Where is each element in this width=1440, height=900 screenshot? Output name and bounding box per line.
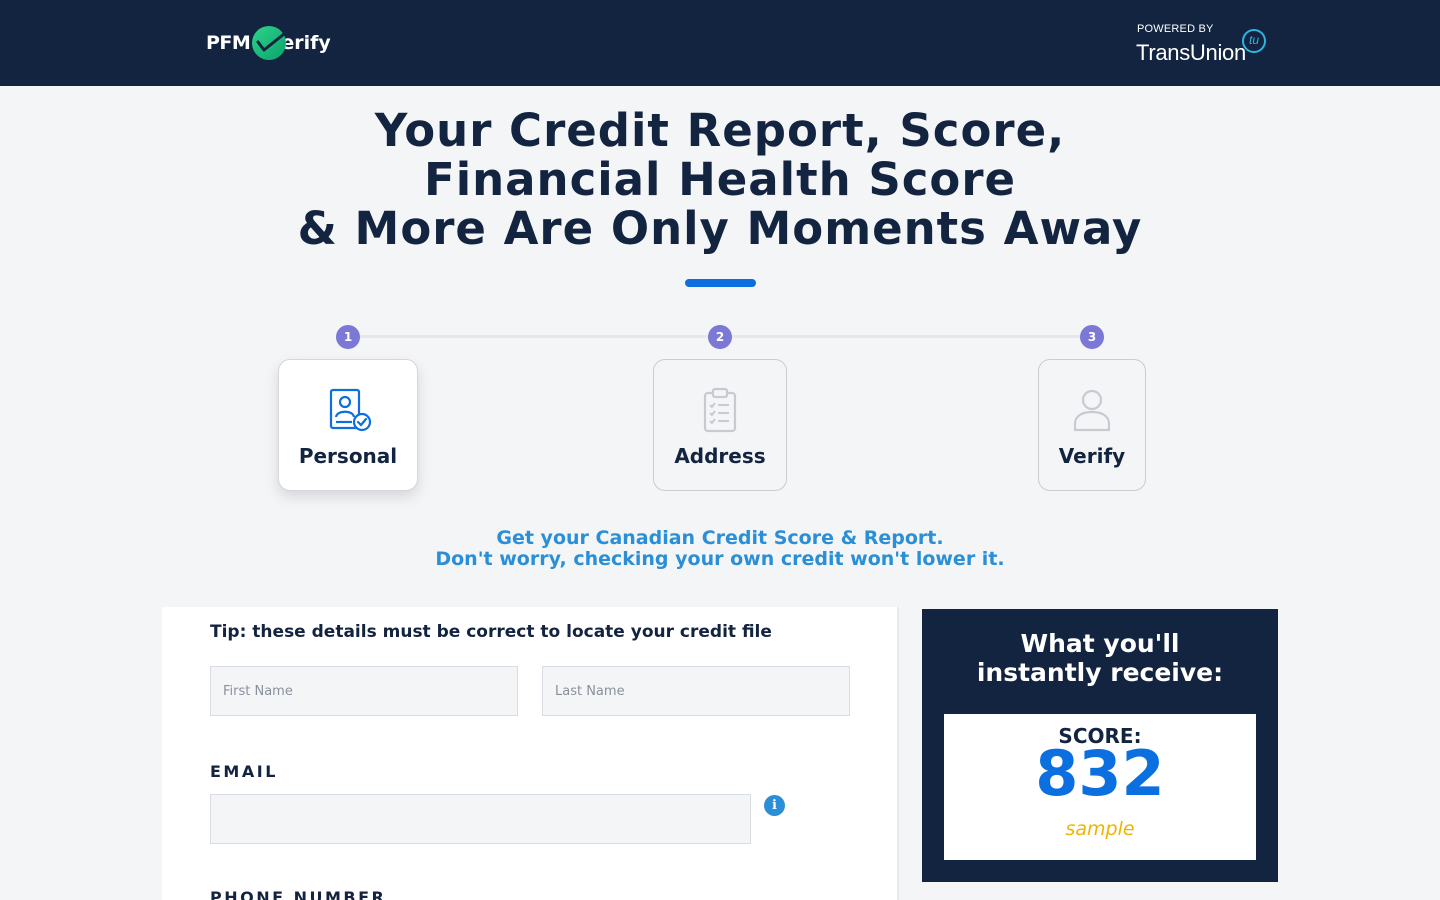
headline-line-1: Your Credit Report, Score, — [374, 104, 1066, 157]
email-info-icon[interactable]: i — [764, 795, 785, 816]
receive-title: What you'll instantly receive: — [922, 629, 1278, 687]
step-label-verify: Verify — [1058, 444, 1126, 468]
user-icon — [1068, 386, 1116, 438]
score-value: 832 — [1035, 737, 1165, 810]
personal-details-form: Tip: these details must be correct to lo… — [162, 607, 899, 900]
transunion-logo: TransUnion — [1136, 40, 1246, 65]
first-name-input[interactable] — [210, 666, 518, 716]
email-label: EMAIL — [210, 762, 278, 781]
logo-text-pfm: PFM — [206, 32, 251, 54]
step-label-personal: Personal — [298, 444, 398, 468]
receive-title-line-2: instantly receive: — [976, 658, 1224, 687]
transunion-badge-icon: tu — [1242, 29, 1266, 53]
headline-line-3: & More Are Only Moments Away — [297, 202, 1143, 255]
clipboard-checklist-icon — [696, 386, 744, 438]
step-connector-2-3 — [732, 335, 1080, 338]
logo-text-erify: erify — [281, 32, 331, 54]
headline-line-2: Financial Health Score — [423, 153, 1017, 206]
step-card-personal[interactable]: Personal — [278, 359, 418, 491]
pfm-verify-logo[interactable]: PFM erify — [206, 24, 331, 62]
last-name-input[interactable] — [542, 666, 850, 716]
receive-title-line-1: What you'll — [1020, 629, 1180, 658]
top-header: PFM erify POWERED BY TransUnion tu — [0, 0, 1440, 86]
phone-number-label: PHONE NUMBER — [210, 888, 387, 900]
step-label-address: Address — [674, 444, 766, 468]
reassurance-text: Get your Canadian Credit Score & Report.… — [0, 528, 1440, 570]
headline-divider — [685, 279, 756, 287]
score-sample-note: sample — [1065, 818, 1135, 840]
step-card-address[interactable]: Address — [653, 359, 787, 491]
personal-id-icon — [324, 386, 372, 438]
step-number-2: 2 — [708, 325, 732, 349]
form-tip: Tip: these details must be correct to lo… — [210, 622, 772, 642]
email-input[interactable] — [210, 794, 751, 844]
step-number-3: 3 — [1080, 325, 1104, 349]
logo-check-icon — [252, 26, 287, 60]
page-headline: Your Credit Report, Score, Financial Hea… — [0, 106, 1440, 253]
step-connector-1-2 — [360, 335, 708, 338]
sample-score-card: SCORE: 832 sample — [944, 714, 1256, 860]
powered-by-label: POWERED BY — [1137, 23, 1214, 35]
reassurance-line-2: Don't worry, checking your own credit wo… — [435, 548, 1005, 570]
step-card-verify[interactable]: Verify — [1038, 359, 1146, 491]
reassurance-line-1: Get your Canadian Credit Score & Report. — [496, 527, 944, 549]
what-you-receive-panel: What you'll instantly receive: SCORE: 83… — [922, 609, 1278, 882]
step-number-1: 1 — [336, 325, 360, 349]
